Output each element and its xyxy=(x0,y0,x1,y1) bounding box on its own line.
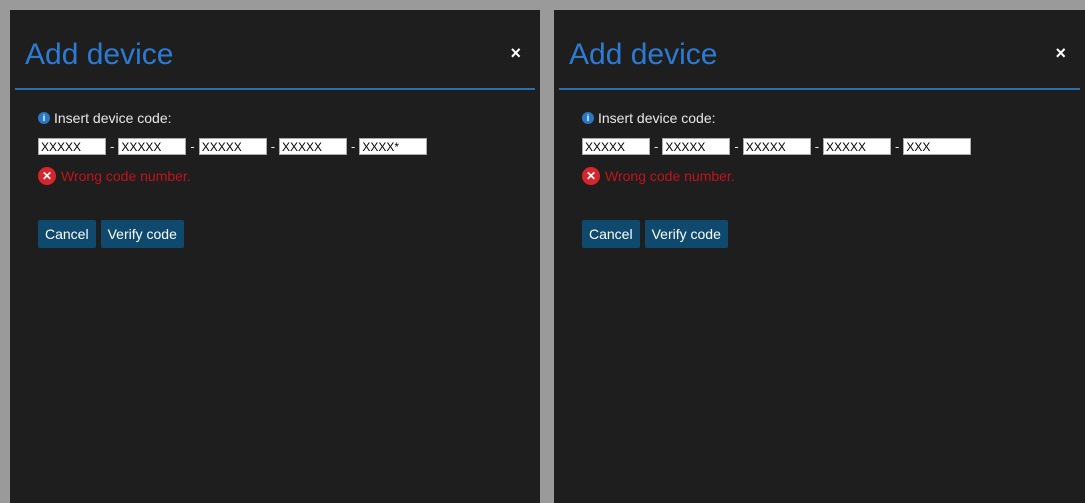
error-message-row: ✕ Wrong code number. xyxy=(582,167,1085,185)
code-separator: - xyxy=(734,139,739,154)
dialog-body: i Insert device code: - - - - ✕ Wrong co… xyxy=(554,90,1085,248)
add-device-dialog-left: Add device × i Insert device code: - - -… xyxy=(10,10,540,503)
error-text: Wrong code number. xyxy=(61,168,191,184)
info-icon: i xyxy=(582,112,594,124)
dialog-title: Add device xyxy=(569,38,718,71)
code-label: Insert device code: xyxy=(54,110,172,126)
button-row: Cancel Verify code xyxy=(38,220,540,248)
close-icon[interactable]: × xyxy=(1055,44,1066,62)
code-field-2[interactable] xyxy=(118,138,187,155)
add-device-dialog-right: Add device × i Insert device code: - - -… xyxy=(554,10,1085,503)
error-message-row: ✕ Wrong code number. xyxy=(38,167,540,185)
error-icon: ✕ xyxy=(38,167,56,185)
dialog-header: Add device × xyxy=(15,10,535,90)
button-row: Cancel Verify code xyxy=(582,220,1085,248)
error-text: Wrong code number. xyxy=(605,168,735,184)
code-field-1[interactable] xyxy=(38,138,106,155)
dialog-title: Add device xyxy=(25,38,174,71)
code-field-4[interactable] xyxy=(823,138,892,155)
verify-code-button[interactable]: Verify code xyxy=(100,220,184,248)
code-input-row: - - - - xyxy=(38,138,540,155)
cancel-button[interactable]: Cancel xyxy=(582,220,640,248)
dialog-body: i Insert device code: - - - - ✕ Wrong co… xyxy=(10,90,540,248)
close-icon[interactable]: × xyxy=(510,44,521,62)
dialog-header: Add device × xyxy=(559,10,1080,90)
code-input-row: - - - - xyxy=(582,138,1085,155)
cancel-button[interactable]: Cancel xyxy=(38,220,96,248)
code-separator: - xyxy=(895,139,900,154)
code-label-row: i Insert device code: xyxy=(582,110,1085,126)
code-field-5[interactable] xyxy=(903,138,972,155)
code-separator: - xyxy=(270,139,276,154)
code-field-5[interactable] xyxy=(359,138,428,155)
code-field-3[interactable] xyxy=(742,138,811,155)
code-separator: - xyxy=(814,139,820,154)
code-label: Insert device code: xyxy=(598,110,716,126)
code-field-4[interactable] xyxy=(279,138,348,155)
code-label-row: i Insert device code: xyxy=(38,110,540,126)
code-field-1[interactable] xyxy=(582,138,650,155)
code-separator: - xyxy=(190,139,195,154)
code-separator: - xyxy=(351,139,356,154)
info-icon: i xyxy=(38,112,50,124)
verify-code-button[interactable]: Verify code xyxy=(644,220,728,248)
code-field-3[interactable] xyxy=(198,138,267,155)
code-field-2[interactable] xyxy=(662,138,731,155)
code-separator: - xyxy=(654,139,659,154)
error-icon: ✕ xyxy=(582,167,600,185)
background-page xyxy=(0,0,1085,10)
code-separator: - xyxy=(110,139,115,154)
